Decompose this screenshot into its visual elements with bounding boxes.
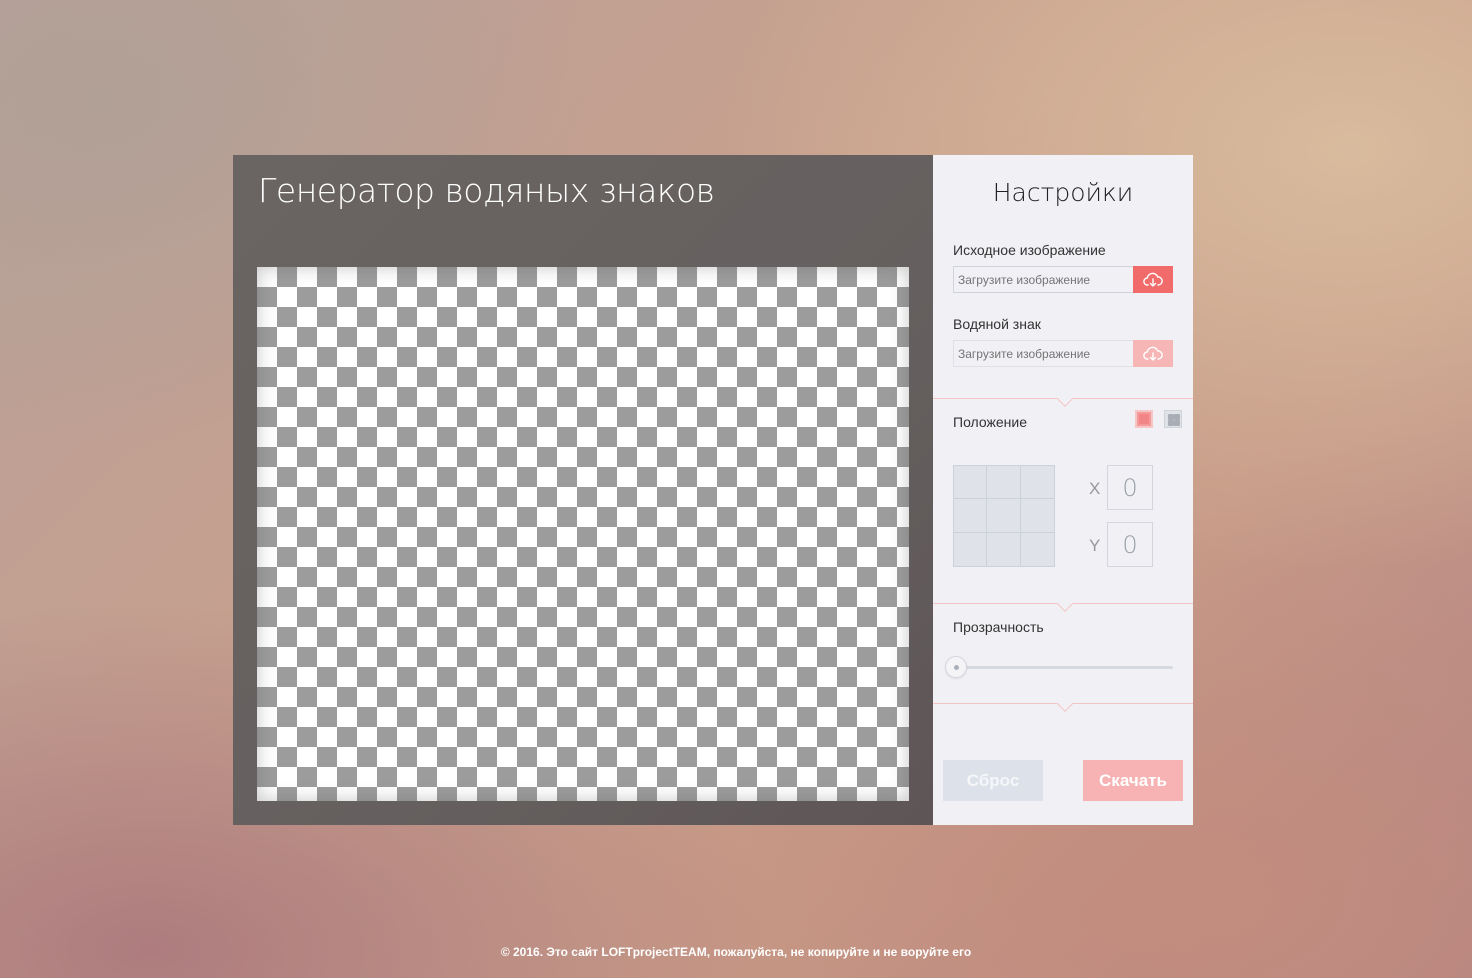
section-divider xyxy=(933,703,1193,704)
y-input[interactable]: 0 xyxy=(1107,522,1153,567)
cloud-download-icon xyxy=(1143,272,1163,287)
footer-copyright: © 2016. Это сайт LOFTprojectTEAM, пожалу… xyxy=(500,945,972,959)
position-cell-middle-right[interactable] xyxy=(1020,499,1054,533)
x-label: X xyxy=(1089,479,1101,498)
watermark-upload-button[interactable] xyxy=(1133,340,1173,367)
source-image-label: Исходное изображение xyxy=(953,242,1106,258)
settings-panel: Настройки Исходное изображение Водяной з… xyxy=(933,155,1193,825)
reset-button[interactable]: Сброс xyxy=(943,760,1043,801)
download-button[interactable]: Скачать xyxy=(1083,760,1183,801)
y-label: Y xyxy=(1089,536,1101,555)
preview-stage: Генератор водяных знаков xyxy=(233,155,933,825)
position-cell-top-center[interactable] xyxy=(987,466,1021,500)
app-container: Генератор водяных знаков Настройки Исход… xyxy=(233,155,1193,825)
position-cell-top-right[interactable] xyxy=(1020,466,1054,500)
section-divider xyxy=(933,398,1193,399)
opacity-slider-handle[interactable] xyxy=(945,656,967,678)
position-grid xyxy=(953,465,1055,567)
source-image-input[interactable] xyxy=(953,266,1133,293)
single-mode-icon[interactable] xyxy=(1135,410,1153,428)
source-image-upload-button[interactable] xyxy=(1133,266,1173,293)
position-cell-center[interactable] xyxy=(987,499,1021,533)
position-cell-top-left[interactable] xyxy=(954,466,988,500)
tile-mode-icon[interactable] xyxy=(1164,410,1182,428)
source-image-row xyxy=(953,266,1173,293)
x-input[interactable]: 0 xyxy=(1107,465,1153,510)
opacity-label: Прозрачность xyxy=(953,619,1044,635)
cloud-download-icon xyxy=(1143,346,1163,361)
watermark-label: Водяной знак xyxy=(953,316,1041,332)
settings-title: Настройки xyxy=(992,178,1134,207)
position-cell-bottom-right[interactable] xyxy=(1021,533,1054,566)
position-label: Положение xyxy=(953,414,1027,430)
position-cell-middle-left[interactable] xyxy=(954,499,988,533)
section-divider xyxy=(933,603,1193,604)
opacity-slider-track[interactable] xyxy=(953,666,1173,669)
position-cell-bottom-center[interactable] xyxy=(987,532,1021,566)
app-title: Генератор водяных знаков xyxy=(258,171,715,210)
position-cell-bottom-left[interactable] xyxy=(954,532,988,566)
watermark-input[interactable] xyxy=(953,340,1133,367)
watermark-row xyxy=(953,340,1173,367)
image-canvas xyxy=(257,267,909,801)
